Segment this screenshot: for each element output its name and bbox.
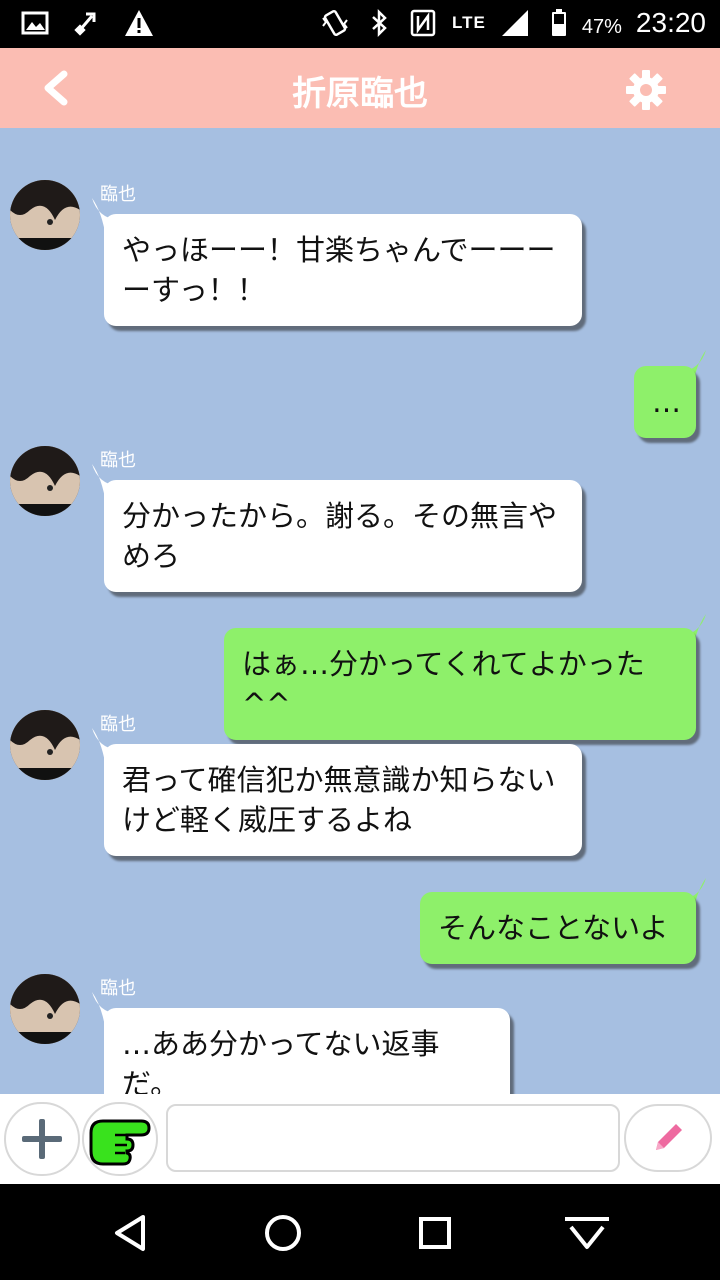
message-line: ーすっ！！ bbox=[122, 273, 266, 307]
chat-title: 折原臨也 bbox=[292, 74, 428, 114]
message-bubble-incoming[interactable]: …ああ分かってない返事だ。 bbox=[104, 1008, 510, 1094]
keyboard-hide-icon bbox=[565, 1217, 609, 1249]
battery-icon bbox=[551, 8, 566, 36]
avatar[interactable] bbox=[10, 446, 80, 516]
network-type: LTE bbox=[452, 12, 486, 32]
message-line: けど軽く威圧するよね bbox=[122, 803, 413, 837]
add-button[interactable] bbox=[4, 1102, 80, 1176]
message-line: 君って確信犯か無意識か知らない bbox=[122, 763, 556, 797]
home-circle-icon bbox=[265, 1215, 301, 1251]
sticker-button[interactable] bbox=[82, 1102, 158, 1176]
nav-hide-keyboard-button[interactable] bbox=[562, 1208, 612, 1258]
bluetooth-icon bbox=[372, 8, 387, 37]
message-line: はぁ…分かってくれてよかった^^ bbox=[242, 647, 645, 721]
message-bubble-outgoing[interactable]: はぁ…分かってくれてよかった^^ bbox=[224, 628, 696, 740]
message-line: そんなことないよ bbox=[438, 911, 669, 945]
gear-icon bbox=[626, 70, 666, 110]
send-button[interactable] bbox=[624, 1104, 712, 1172]
message-bubble-incoming[interactable]: 君って確信犯か無意識か知らない けど軽く威圧するよね bbox=[104, 744, 582, 856]
battery-percent: 47% bbox=[581, 16, 622, 38]
message-line: 分かったから。謝る。その無言や bbox=[122, 499, 558, 533]
message-line: …ああ分かってない返事だ。 bbox=[122, 1027, 440, 1094]
avatar[interactable] bbox=[10, 180, 80, 250]
back-triangle-icon bbox=[115, 1215, 145, 1251]
recents-square-icon bbox=[419, 1217, 451, 1249]
status-bar: LTE 47% 23:20 bbox=[0, 0, 720, 48]
message-input-bar bbox=[0, 1094, 720, 1184]
message-bubble-outgoing[interactable]: … bbox=[634, 366, 696, 438]
pointing-hand-icon bbox=[89, 1119, 151, 1166]
vibrate-icon bbox=[322, 9, 348, 36]
avatar[interactable] bbox=[10, 974, 80, 1044]
message-line: めろ bbox=[122, 539, 181, 573]
nfc-icon bbox=[410, 9, 436, 36]
message-bubble-outgoing[interactable]: そんなことないよ bbox=[420, 892, 696, 964]
pencil-icon bbox=[656, 1124, 682, 1150]
message-line: … bbox=[652, 385, 681, 419]
system-nav-bar bbox=[0, 1184, 720, 1280]
message-line: やっほーー！甘楽ちゃんでーーー bbox=[122, 233, 556, 267]
warning-icon bbox=[125, 10, 153, 36]
nav-back-button[interactable] bbox=[106, 1208, 156, 1258]
nav-home-button[interactable] bbox=[258, 1208, 308, 1258]
message-input[interactable] bbox=[166, 1104, 620, 1172]
message-list[interactable]: 臨也 やっほーー！甘楽ちゃんでーーー ーすっ！！ … 臨也 分かったから。謝る。… bbox=[0, 128, 720, 1094]
message-bubble-incoming[interactable]: やっほーー！甘楽ちゃんでーーー ーすっ！！ bbox=[104, 214, 582, 326]
plus-icon bbox=[22, 1119, 62, 1159]
message-bubble-incoming[interactable]: 分かったから。謝る。その無言や めろ bbox=[104, 480, 582, 592]
nav-recents-button[interactable] bbox=[410, 1208, 460, 1258]
settings-button[interactable] bbox=[624, 68, 668, 112]
image-icon bbox=[21, 11, 49, 35]
usb-icon bbox=[74, 12, 96, 36]
clock: 23:20 bbox=[635, 6, 706, 38]
signal-icon bbox=[501, 9, 528, 36]
chat-header: 折原臨也 bbox=[0, 48, 720, 128]
avatar[interactable] bbox=[10, 710, 80, 780]
